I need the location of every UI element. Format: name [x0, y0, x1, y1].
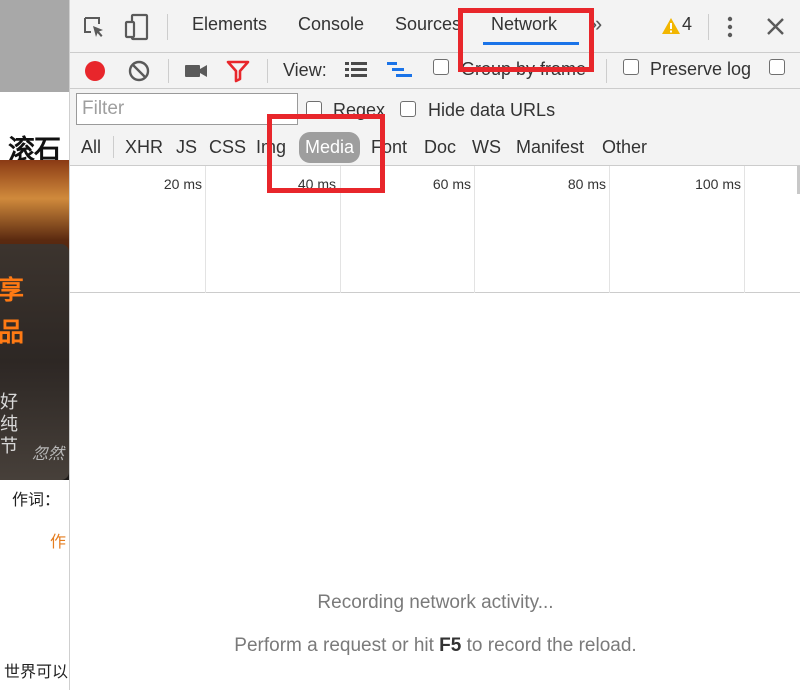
preserve-log-label[interactable]: Preserve log	[650, 59, 751, 80]
timeline-tick-label: 40 ms	[297, 176, 336, 192]
network-toolbar: View: Group by frame Preserve log	[70, 53, 800, 89]
album-caption: 忽然	[32, 444, 65, 463]
active-tab-indicator	[483, 42, 579, 45]
type-filter-ws[interactable]: WS	[472, 137, 501, 158]
webpage-background: 滚石 享 品 好 纯 节 忽然 作词： 作 世界可以	[0, 0, 69, 690]
type-filter-media[interactable]: Media	[299, 132, 360, 163]
timeline-gridline	[609, 166, 610, 293]
waterfall-icon[interactable]	[387, 61, 413, 81]
type-filter-manifest[interactable]: Manifest	[516, 137, 584, 158]
toolbar-divider	[606, 59, 607, 83]
group-by-frame-label[interactable]: Group by frame	[461, 59, 586, 80]
lyric-credit-line: 作词：	[12, 490, 61, 509]
resource-type-bar: All XHR JS CSS Img Media Font Doc WS Man…	[70, 129, 800, 166]
lyric-author-link[interactable]: 作	[50, 528, 66, 552]
timeline-overview[interactable]: 20 ms 40 ms 60 ms 80 ms 100 ms	[70, 166, 800, 293]
toolbar-divider	[267, 59, 268, 83]
filter-icon[interactable]	[226, 59, 250, 83]
tabbar-divider	[167, 14, 168, 40]
timeline-gridline	[744, 166, 745, 293]
warning-count[interactable]: 4	[682, 14, 692, 35]
preserve-log-checkbox[interactable]	[623, 59, 639, 75]
type-filter-all[interactable]: All	[81, 137, 101, 158]
album-desc-text: 好 纯 节	[0, 392, 18, 457]
reload-key-hint: F5	[439, 635, 462, 656]
toolbar-divider	[168, 59, 169, 83]
device-toolbar-icon[interactable]	[124, 13, 150, 41]
tab-console[interactable]: Console	[298, 14, 364, 35]
type-filter-font[interactable]: Font	[371, 137, 407, 158]
album-title-text: 享 品	[0, 276, 25, 348]
timeline-tick-label: 80 ms	[567, 176, 606, 192]
filter-input[interactable]	[76, 93, 298, 125]
hide-data-urls-label[interactable]: Hide data URLs	[428, 100, 555, 121]
devtools-panel: Elements Console Sources Network » 4 Vie…	[69, 0, 800, 690]
type-filter-css[interactable]: CSS	[209, 137, 246, 158]
type-filter-img[interactable]: Img	[256, 137, 286, 158]
inspect-element-icon[interactable]	[82, 15, 106, 39]
warning-icon[interactable]	[661, 17, 681, 35]
group-by-frame-checkbox[interactable]	[433, 59, 449, 75]
page-header-bar	[0, 0, 69, 92]
record-icon[interactable]	[83, 59, 107, 83]
tab-network[interactable]: Network	[491, 14, 557, 35]
lyric-line: 世界可以	[4, 662, 69, 681]
tab-sources[interactable]: Sources	[395, 14, 461, 35]
timeline-tick-label: 100 ms	[695, 176, 741, 192]
type-filter-other[interactable]: Other	[602, 137, 647, 158]
type-filter-doc[interactable]: Doc	[424, 137, 456, 158]
large-rows-icon[interactable]	[345, 61, 367, 79]
devtools-tabbar: Elements Console Sources Network » 4	[70, 0, 800, 53]
empty-state-hint: Perform a request or hit F5 to record th…	[234, 635, 637, 656]
timeline-gridline	[205, 166, 206, 293]
disable-cache-checkbox[interactable]	[769, 59, 785, 75]
empty-state-title: Recording network activity...	[317, 592, 554, 613]
timeline-tick-label: 20 ms	[163, 176, 202, 192]
regex-checkbox[interactable]	[306, 101, 322, 117]
type-filter-js[interactable]: JS	[176, 137, 197, 158]
tabbar-divider	[708, 14, 709, 40]
more-vertical-icon[interactable]	[726, 16, 734, 38]
filter-bar: Regex Hide data URLs	[70, 89, 800, 129]
hide-data-urls-checkbox[interactable]	[400, 101, 416, 117]
clear-icon[interactable]	[127, 59, 151, 83]
tab-elements[interactable]: Elements	[192, 14, 267, 35]
close-icon[interactable]	[767, 18, 784, 35]
type-filter-xhr[interactable]: XHR	[125, 137, 163, 158]
timeline-tick-label: 60 ms	[432, 176, 471, 192]
view-label: View:	[283, 60, 327, 80]
screenshot-camera-icon[interactable]	[184, 62, 208, 80]
regex-label[interactable]: Regex	[333, 100, 385, 121]
timeline-gridline	[474, 166, 475, 293]
typebar-divider	[113, 136, 114, 158]
more-tabs-icon[interactable]: »	[590, 11, 602, 37]
timeline-gridline	[340, 166, 341, 293]
